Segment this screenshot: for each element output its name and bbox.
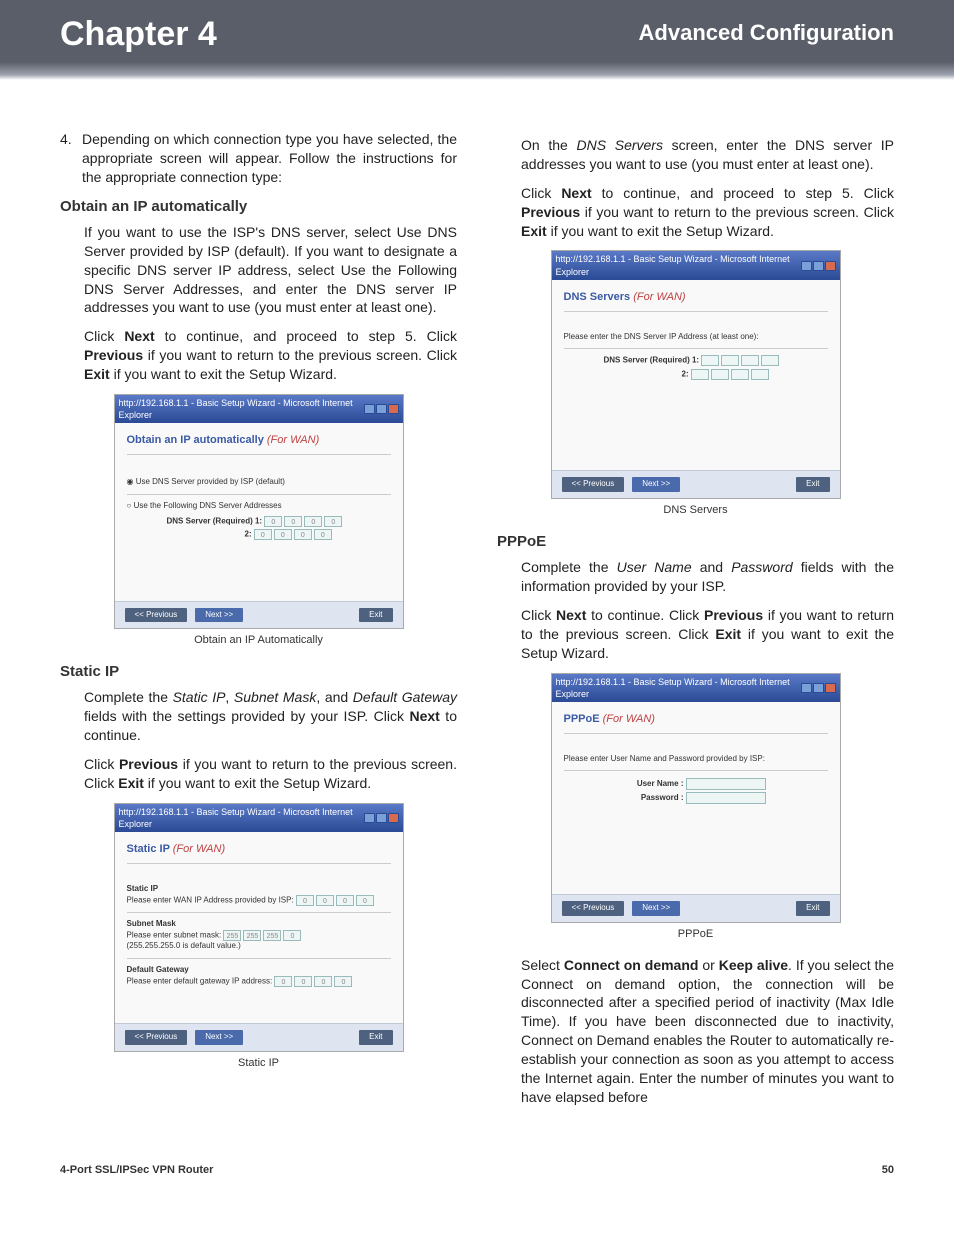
window-titlebar: http://192.168.1.1 - Basic Setup Wizard … bbox=[552, 674, 840, 702]
previous-button[interactable]: << Previous bbox=[562, 477, 625, 492]
heading-pppoe: PPPoE bbox=[497, 532, 894, 552]
exit-button[interactable]: Exit bbox=[796, 477, 829, 492]
wizard-button-bar: << Previous Next >> Exit bbox=[115, 601, 403, 629]
field-row: 2: bbox=[682, 369, 828, 380]
window-controls bbox=[801, 261, 836, 271]
radio-option: ○ Use the Following DNS Server Addresses bbox=[127, 501, 391, 512]
note-text: (255.255.255.0 is default value.) bbox=[127, 941, 391, 952]
previous-button[interactable]: << Previous bbox=[125, 1030, 188, 1045]
panel-heading: Static IP (For WAN) bbox=[127, 842, 391, 857]
previous-button[interactable]: << Previous bbox=[562, 901, 625, 916]
chapter-title: Chapter 4 bbox=[60, 15, 217, 53]
right-column: On the DNS Servers screen, enter the DNS… bbox=[497, 130, 894, 1117]
page-header: Chapter 4 Advanced Configuration bbox=[0, 0, 954, 80]
body-text: Click Next to continue. Click Previous i… bbox=[521, 606, 894, 663]
field-row: 2: 0000 bbox=[245, 529, 391, 540]
heading-obtain-ip: Obtain an IP automatically bbox=[60, 197, 457, 217]
field-label: Password : bbox=[564, 793, 684, 804]
field-label: User Name : bbox=[564, 779, 684, 790]
password-input[interactable] bbox=[686, 792, 766, 804]
field-row: Please enter WAN IP Address provided by … bbox=[127, 895, 391, 906]
next-button[interactable]: Next >> bbox=[195, 1030, 243, 1045]
wizard-button-bar: << Previous Next >> Exit bbox=[552, 470, 840, 498]
username-input[interactable] bbox=[686, 778, 766, 790]
note-text: Please enter User Name and Password prov… bbox=[564, 754, 828, 765]
figure-caption: Obtain an IP Automatically bbox=[60, 633, 457, 648]
window-titlebar: http://192.168.1.1 - Basic Setup Wizard … bbox=[552, 251, 840, 279]
heading-static-ip: Static IP bbox=[60, 662, 457, 682]
screenshot-obtain-ip: http://192.168.1.1 - Basic Setup Wizard … bbox=[114, 394, 404, 629]
screenshot-dns-servers: http://192.168.1.1 - Basic Setup Wizard … bbox=[551, 250, 841, 499]
page-footer: 4-Port SSL/IPSec VPN Router 50 bbox=[0, 1157, 954, 1196]
figure-caption: DNS Servers bbox=[497, 503, 894, 518]
footer-page-number: 50 bbox=[882, 1163, 894, 1178]
step-number: 4. bbox=[60, 130, 74, 187]
exit-button[interactable]: Exit bbox=[359, 608, 392, 623]
window-controls bbox=[364, 813, 399, 823]
body-text: If you want to use the ISP's DNS server,… bbox=[84, 223, 457, 317]
exit-button[interactable]: Exit bbox=[796, 901, 829, 916]
wizard-button-bar: << Previous Next >> Exit bbox=[552, 894, 840, 922]
section-title: Advanced Configuration bbox=[639, 18, 894, 48]
field-row: Please enter subnet mask: 2552552550 bbox=[127, 930, 391, 941]
section-label: Subnet Mask bbox=[127, 919, 391, 930]
list-item: 4. Depending on which connection type yo… bbox=[60, 130, 457, 187]
window-title: http://192.168.1.1 - Basic Setup Wizard … bbox=[556, 676, 801, 700]
section-label: Static IP bbox=[127, 884, 391, 895]
screenshot-pppoe: http://192.168.1.1 - Basic Setup Wizard … bbox=[551, 673, 841, 923]
next-button[interactable]: Next >> bbox=[632, 477, 680, 492]
screenshot-static-ip: http://192.168.1.1 - Basic Setup Wizard … bbox=[114, 803, 404, 1052]
body-text: Select Connect on demand or Keep alive. … bbox=[521, 956, 894, 1107]
left-column: 4. Depending on which connection type yo… bbox=[60, 130, 457, 1117]
figure-caption: PPPoE bbox=[497, 927, 894, 942]
previous-button[interactable]: << Previous bbox=[125, 608, 188, 623]
window-titlebar: http://192.168.1.1 - Basic Setup Wizard … bbox=[115, 395, 403, 423]
section-label: Default Gateway bbox=[127, 965, 391, 976]
wizard-button-bar: << Previous Next >> Exit bbox=[115, 1023, 403, 1051]
field-row: DNS Server (Required) 1: 0000 bbox=[167, 516, 391, 527]
next-button[interactable]: Next >> bbox=[632, 901, 680, 916]
next-button[interactable]: Next >> bbox=[195, 608, 243, 623]
note-text: Please enter the DNS Server IP Address (… bbox=[564, 332, 828, 343]
window-title: http://192.168.1.1 - Basic Setup Wizard … bbox=[556, 253, 801, 277]
body-text: Complete the User Name and Password fiel… bbox=[521, 558, 894, 596]
step-text: Depending on which connection type you h… bbox=[82, 130, 457, 187]
footer-product: 4-Port SSL/IPSec VPN Router bbox=[60, 1163, 213, 1178]
body-text: Click Next to continue, and proceed to s… bbox=[521, 184, 894, 241]
window-titlebar: http://192.168.1.1 - Basic Setup Wizard … bbox=[115, 804, 403, 832]
window-title: http://192.168.1.1 - Basic Setup Wizard … bbox=[119, 397, 364, 421]
window-controls bbox=[801, 683, 836, 693]
radio-option: ◉ Use DNS Server provided by ISP (defaul… bbox=[127, 477, 391, 488]
page-body: 4. Depending on which connection type yo… bbox=[0, 80, 954, 1157]
window-title: http://192.168.1.1 - Basic Setup Wizard … bbox=[119, 806, 364, 830]
exit-button[interactable]: Exit bbox=[359, 1030, 392, 1045]
figure-caption: Static IP bbox=[60, 1056, 457, 1071]
body-text: Click Previous if you want to return to … bbox=[84, 755, 457, 793]
panel-heading: PPPoE (For WAN) bbox=[564, 712, 828, 727]
panel-heading: Obtain an IP automatically (For WAN) bbox=[127, 433, 391, 448]
body-text: On the DNS Servers screen, enter the DNS… bbox=[521, 136, 894, 174]
field-row: DNS Server (Required) 1: bbox=[604, 355, 828, 366]
body-text: Complete the Static IP, Subnet Mask, and… bbox=[84, 688, 457, 745]
panel-heading: DNS Servers (For WAN) bbox=[564, 290, 828, 305]
body-text: Click Next to continue, and proceed to s… bbox=[84, 327, 457, 384]
field-row: Please enter default gateway IP address:… bbox=[127, 976, 391, 987]
window-controls bbox=[364, 404, 399, 414]
